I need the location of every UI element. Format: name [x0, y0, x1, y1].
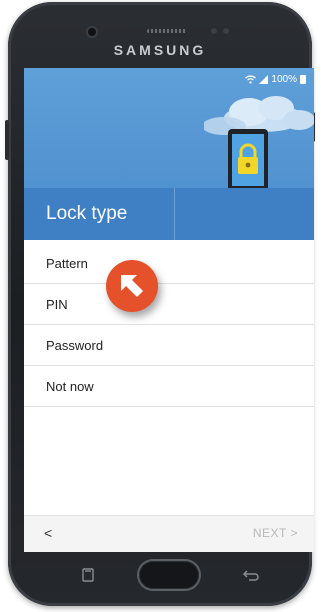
- brand-logo: SAMSUNG: [113, 42, 207, 58]
- option-pin[interactable]: PIN: [24, 284, 314, 325]
- wifi-icon: [245, 75, 257, 84]
- arrow-pointer-icon: [106, 260, 158, 312]
- earpiece-speaker: [147, 29, 187, 33]
- phone-top-bezel: SAMSUNG: [8, 2, 312, 68]
- tablet-lock-icon: [228, 129, 268, 193]
- battery-percentage: 100%: [271, 74, 297, 85]
- option-pattern[interactable]: Pattern: [24, 243, 314, 284]
- home-button[interactable]: [139, 561, 199, 589]
- proximity-sensors: [211, 28, 233, 34]
- page: SAMSUNG 100% Lock type Pattern PIN Passw…: [0, 0, 321, 612]
- volume-key[interactable]: [5, 120, 9, 160]
- next-button[interactable]: NEXT >: [253, 526, 298, 540]
- battery-icon: [300, 75, 306, 84]
- option-password[interactable]: Password: [24, 325, 314, 366]
- signal-icon: [259, 75, 269, 84]
- page-title: Lock type: [46, 203, 128, 224]
- recents-icon[interactable]: [80, 567, 96, 583]
- screen: 100% Lock type Pattern PIN Password Not …: [24, 68, 314, 552]
- lock-type-list: Pattern PIN Password Not now: [24, 243, 314, 407]
- header-area: 100% Lock type: [24, 68, 314, 240]
- status-bar: 100%: [245, 74, 306, 85]
- option-not-now[interactable]: Not now: [24, 366, 314, 407]
- back-icon[interactable]: [242, 568, 260, 582]
- phone-frame: SAMSUNG 100% Lock type Pattern PIN Passw…: [5, 2, 315, 606]
- footer-bar: < NEXT >: [24, 515, 314, 552]
- front-camera: [88, 28, 96, 36]
- header-divider: [174, 188, 175, 240]
- back-button[interactable]: <: [44, 525, 52, 541]
